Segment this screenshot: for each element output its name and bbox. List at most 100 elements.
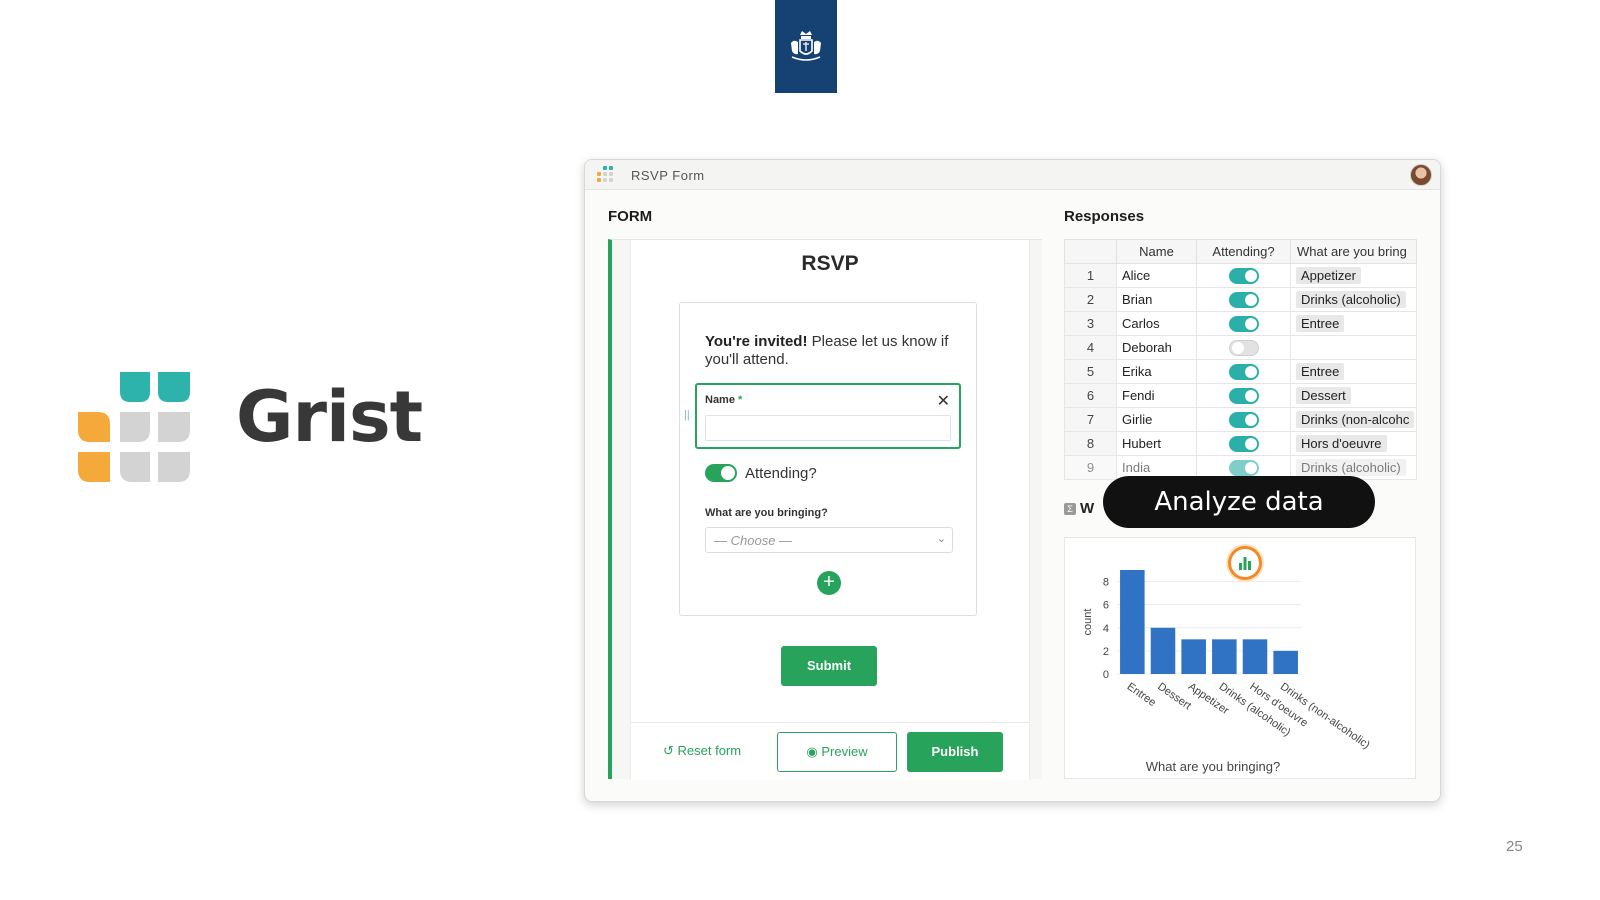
bar <box>1273 650 1298 674</box>
close-icon[interactable]: ✕ <box>937 391 950 411</box>
table-row[interactable]: 5 Erika Entree <box>1064 359 1417 384</box>
preview-button[interactable]: ◉ Preview <box>777 732 897 772</box>
bringing-cell[interactable]: Hors d'oeuvre <box>1290 431 1417 456</box>
form-section-title: FORM <box>608 208 653 225</box>
bringing-cell[interactable] <box>1290 335 1417 360</box>
submit-button[interactable]: Submit <box>781 646 877 686</box>
name-cell[interactable]: Deborah <box>1116 335 1197 360</box>
bringing-cell[interactable]: Dessert <box>1290 383 1417 408</box>
row-number[interactable]: 6 <box>1064 383 1117 408</box>
form-panel: RSVP You're invited! Please let us know … <box>608 239 1042 780</box>
attending-toggle[interactable] <box>1228 363 1259 380</box>
name-cell[interactable]: Alice <box>1116 263 1197 288</box>
row-number[interactable]: 9 <box>1064 455 1117 480</box>
attending-cell[interactable] <box>1196 335 1291 360</box>
bringing-cell[interactable]: Drinks (non-alcohc <box>1290 407 1417 432</box>
choice-chip: Drinks (non-alcohc <box>1296 411 1415 428</box>
table-row[interactable]: 4 Deborah <box>1064 335 1417 360</box>
invite-bold-text: You're invited! <box>705 333 808 350</box>
publish-button[interactable]: Publish <box>907 732 1003 772</box>
bringing-select[interactable]: — Choose — ⌄ <box>705 527 953 553</box>
table-row[interactable]: 2 Brian Drinks (alcoholic) <box>1064 287 1417 312</box>
x-axis-label: What are you bringing? <box>1146 759 1280 774</box>
row-number[interactable]: 1 <box>1064 263 1117 288</box>
bringing-label: What are you bringing? <box>705 507 828 519</box>
table-row[interactable]: 8 Hubert Hors d'oeuvre <box>1064 431 1417 456</box>
y-tick-label: 4 <box>1103 623 1109 635</box>
attending-toggle[interactable] <box>1228 267 1259 284</box>
eye-icon: ◉ <box>806 744 822 759</box>
name-field-label: Name * <box>705 394 743 406</box>
row-number[interactable]: 8 <box>1064 431 1117 456</box>
reset-icon: ↺ <box>663 743 678 758</box>
y-tick-label: 0 <box>1103 669 1109 681</box>
attending-toggle[interactable] <box>1228 411 1259 428</box>
chart-widget-title[interactable]: W <box>1080 500 1094 517</box>
choice-chip: Dessert <box>1296 387 1351 404</box>
table-row[interactable]: 3 Carlos Entree <box>1064 311 1417 336</box>
column-header-attending[interactable]: Attending? <box>1196 239 1291 264</box>
row-number[interactable]: 7 <box>1064 407 1117 432</box>
name-cell[interactable]: Brian <box>1116 287 1197 312</box>
table-row[interactable]: 6 Fendi Dessert <box>1064 383 1417 408</box>
add-field-button[interactable]: + <box>817 571 841 595</box>
attending-toggle[interactable] <box>1228 435 1259 452</box>
document-title[interactable]: RSVP Form <box>631 168 705 183</box>
responses-table: Name Attending? What are you bring 1 Alic… <box>1064 239 1417 480</box>
row-number[interactable]: 4 <box>1064 335 1117 360</box>
row-number-header[interactable] <box>1064 239 1117 264</box>
table-row[interactable]: 1 Alice Appetizer <box>1064 263 1417 288</box>
name-cell[interactable]: Hubert <box>1116 431 1197 456</box>
attending-toggle[interactable] <box>1228 459 1259 476</box>
column-header-bringing[interactable]: What are you bring <box>1290 239 1417 264</box>
attending-cell[interactable] <box>1196 287 1291 312</box>
name-cell[interactable]: Fendi <box>1116 383 1197 408</box>
attending-toggle[interactable] <box>1228 291 1259 308</box>
attending-toggle[interactable] <box>1228 315 1259 332</box>
row-number[interactable]: 3 <box>1064 311 1117 336</box>
grist-small-logo-icon[interactable] <box>595 166 615 184</box>
attending-toggle[interactable] <box>1228 387 1259 404</box>
attending-toggle[interactable] <box>1228 339 1259 356</box>
name-input[interactable] <box>705 415 951 441</box>
attending-cell[interactable] <box>1196 407 1291 432</box>
column-header-name[interactable]: Name <box>1116 239 1197 264</box>
user-avatar[interactable] <box>1410 164 1432 186</box>
drag-handle-icon[interactable]: || <box>684 409 690 421</box>
government-emblem <box>775 0 837 93</box>
attending-cell[interactable] <box>1196 431 1291 456</box>
grist-logo: Grist <box>78 372 423 482</box>
choice-chip: Entree <box>1296 363 1345 380</box>
bar <box>1212 639 1237 674</box>
attending-cell[interactable] <box>1196 311 1291 336</box>
name-cell[interactable]: Carlos <box>1116 311 1197 336</box>
row-number[interactable]: 2 <box>1064 287 1117 312</box>
attending-cell[interactable] <box>1196 263 1291 288</box>
row-number[interactable]: 5 <box>1064 359 1117 384</box>
form-title[interactable]: RSVP <box>631 252 1029 276</box>
invite-text[interactable]: You're invited! Please let us know if yo… <box>705 333 955 369</box>
choice-chip: Hors d'oeuvre <box>1296 435 1387 452</box>
y-tick-label: 8 <box>1103 577 1109 589</box>
name-cell[interactable]: Girlie <box>1116 407 1197 432</box>
x-tick-label: Entree <box>1125 681 1158 709</box>
reset-form-button[interactable]: ↺ Reset form <box>663 743 741 759</box>
attending-field[interactable]: Attending? <box>705 464 817 482</box>
bringing-cell[interactable]: Drinks (alcoholic) <box>1290 287 1417 312</box>
form-footer: ↺ Reset form ◉ Preview Publish <box>631 722 1029 780</box>
attending-cell[interactable] <box>1196 359 1291 384</box>
slide-page-number: 25 <box>1506 838 1523 855</box>
attending-cell[interactable] <box>1196 383 1291 408</box>
chevron-down-icon: ⌄ <box>936 533 946 545</box>
bringing-cell[interactable]: Entree <box>1290 359 1417 384</box>
table-row[interactable]: 7 Girlie Drinks (non-alcohc <box>1064 407 1417 432</box>
bringing-cell[interactable]: Entree <box>1290 311 1417 336</box>
grist-logo-mark-icon <box>78 372 190 482</box>
chart-button[interactable] <box>1228 546 1262 580</box>
bringing-cell[interactable]: Appetizer <box>1290 263 1417 288</box>
name-field[interactable]: Name * ✕ <box>695 383 961 449</box>
bringing-placeholder: — Choose — <box>714 533 793 548</box>
attending-toggle[interactable] <box>705 464 737 482</box>
name-cell[interactable]: Erika <box>1116 359 1197 384</box>
bar <box>1242 639 1268 674</box>
